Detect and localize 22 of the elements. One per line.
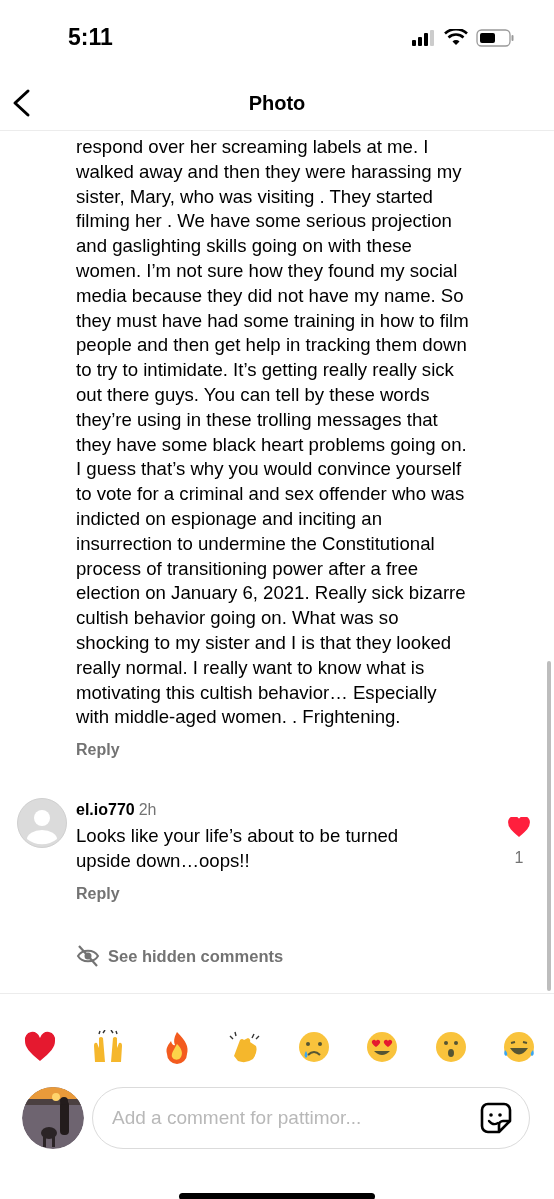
heart-icon[interactable] — [23, 1030, 57, 1064]
clock: 5:11 — [68, 23, 113, 53]
surprised-face-icon[interactable] — [433, 1030, 468, 1064]
reply-button[interactable]: Reply — [76, 738, 120, 763]
reply-button[interactable]: Reply — [76, 881, 120, 906]
page-title: Photo — [248, 90, 306, 116]
sticker-icon[interactable] — [479, 1101, 513, 1135]
username[interactable]: el.io770 — [76, 798, 135, 823]
wifi-icon — [444, 29, 468, 46]
hidden-eye-icon — [76, 945, 100, 968]
crying-face-icon[interactable] — [296, 1030, 331, 1064]
comment-text: respond over her screaming labels at me. I walked away and then they were harassing my sister, Mary, who was visiting . They started filming her . We have some serious projection and gaslighting skills going on with these women. I’m not sure how they found my social media because they did not have my name. So they must have had some training in how to film people and then get help in tracking them down to try to intimidate. It’s getting really really sick out there guys. You can tell by these words they’re using in these trolling messages that they have some black heart problems going on. I guess that’s why you would convince yourself to vote for a criminal and sex offender who was indicted on espionage and inciting an insurrection to undermine the Constitutional process of transitioning power after a free election on January 6, 2021. Really sick bizarre cultish behavior going on. What was so shocking to my sister and I is that they looked really normal. I really want to know what is motivating this cultish behavior… Especially with middle-aged women. . Frightening. — [76, 135, 470, 730]
comment-text: Looks like your life’s about to be turned upside down…oops!! — [76, 824, 400, 873]
signal-icon — [412, 29, 436, 46]
like-count: 1 — [514, 848, 524, 869]
laughing-face-icon[interactable] — [501, 1030, 536, 1064]
see-hidden-comments-link[interactable]: See hidden comments — [76, 943, 284, 969]
comment-time: 2h — [138, 800, 157, 821]
avatar-icon — [17, 798, 67, 849]
battery-icon — [476, 28, 514, 47]
heart-icon[interactable] — [508, 816, 530, 837]
heart-eyes-face-icon[interactable] — [365, 1030, 400, 1064]
